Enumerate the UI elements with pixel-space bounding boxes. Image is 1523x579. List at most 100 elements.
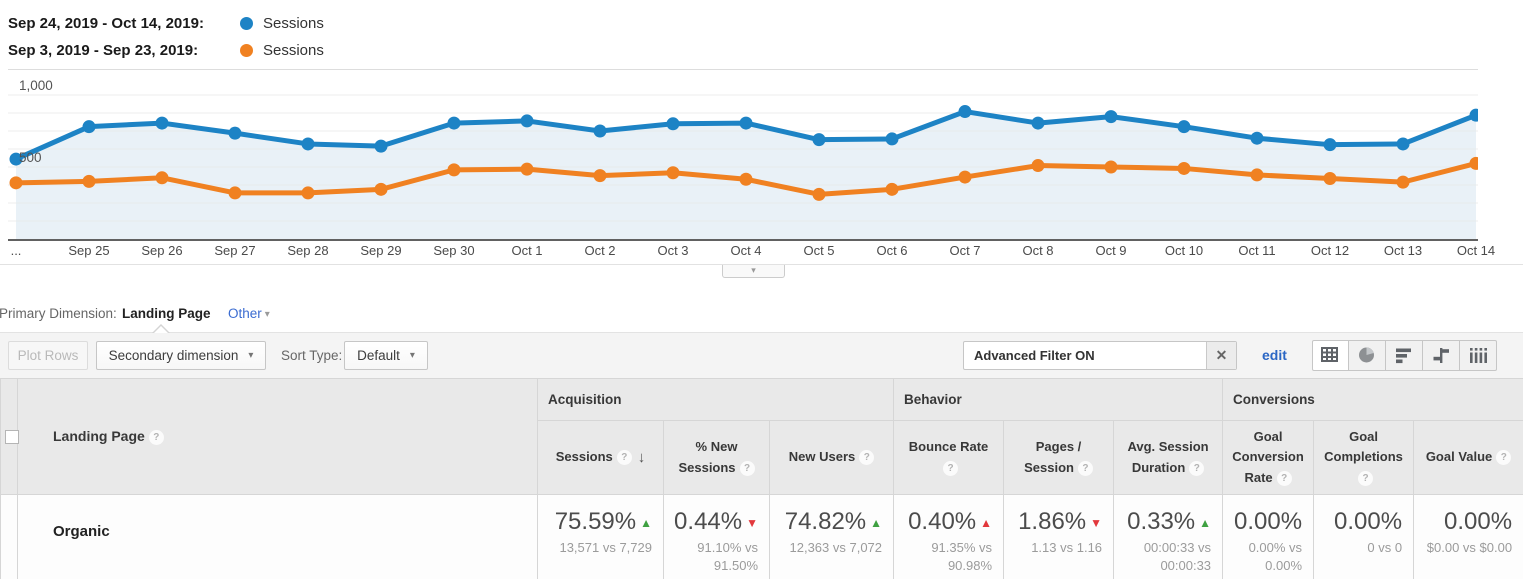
metric-group-header-behavior: Behavior — [893, 378, 1224, 421]
chart-legend: Sep 24, 2019 - Oct 14, 2019: Sessions Se… — [8, 10, 324, 64]
table-view-icon — [1321, 347, 1338, 362]
x-axis-label: Sep 29 — [360, 243, 402, 258]
comparison-view-icon — [1433, 348, 1449, 363]
help-icon[interactable]: ? — [739, 460, 755, 476]
x-axis-label: Oct 14 — [1456, 243, 1496, 258]
x-axis-label: Oct 1 — [511, 243, 543, 258]
landing-page-cell[interactable]: Organic — [17, 494, 538, 579]
x-axis-label: Oct 2 — [584, 243, 616, 258]
primary-dimension-row: Primary Dimension: Landing Page Other ▾ — [0, 304, 1523, 328]
sort-descending-icon[interactable]: ↓ — [638, 449, 646, 466]
help-icon[interactable]: ? — [1077, 460, 1093, 476]
x-axis-label: Oct 3 — [657, 243, 689, 258]
x-axis-label: ... — [10, 243, 22, 258]
help-icon[interactable]: ? — [148, 430, 164, 445]
column-header-pages-session[interactable]: Pages / Session? — [1003, 420, 1115, 495]
column-header-bounce-rate[interactable]: Bounce Rate? — [893, 420, 1005, 495]
help-icon[interactable]: ? — [1276, 470, 1292, 486]
metric-cell-goal-value: 0.00% $0.00 vs $0.00 — [1413, 494, 1523, 579]
legend-series-label: Sessions — [263, 15, 324, 32]
metric-cell-new-sessions: 0.44% ▼ 91.10% vs 91.50% — [663, 494, 770, 579]
analytics-report-page: Sep 24, 2019 - Oct 14, 2019: Sessions Se… — [0, 0, 1523, 579]
trend-up-icon: ▲ — [980, 516, 993, 530]
advanced-filter-status: Advanced Filter ON — [974, 348, 1095, 363]
table-view-button[interactable] — [1312, 340, 1349, 371]
help-icon[interactable]: ? — [1189, 460, 1205, 476]
performance-view-icon — [1395, 348, 1411, 364]
help-icon[interactable]: ? — [1496, 450, 1512, 466]
row-selector-gutter — [0, 378, 19, 495]
help-icon[interactable]: ? — [1358, 470, 1374, 486]
column-header-goal-value[interactable]: Goal Value? — [1413, 420, 1523, 495]
column-header-new-users[interactable]: New Users? — [768, 420, 895, 495]
select-all-checkbox[interactable] — [5, 430, 19, 444]
trend-down-icon: ▼ — [1090, 516, 1103, 530]
x-axis-label: Oct 11 — [1238, 243, 1276, 258]
remove-filter-button[interactable]: ✕ — [1206, 342, 1236, 369]
pivot-view-button[interactable] — [1460, 340, 1497, 371]
chevron-down-icon: ▾ — [409, 350, 415, 361]
edit-filter-link[interactable]: edit — [1262, 347, 1287, 363]
metric-cell-bounce-rate: 0.40% ▲ 91.35% vs 90.98% — [893, 494, 1005, 579]
report-toolbar: Plot Rows Secondary dimension ▾ Sort Type… — [0, 324, 1523, 378]
help-icon[interactable]: ? — [616, 449, 632, 465]
svg-text:1,000: 1,000 — [19, 78, 53, 93]
performance-view-button[interactable] — [1386, 340, 1423, 371]
advanced-filter-chip: Advanced Filter ON ✕ — [963, 341, 1237, 370]
comparison-values: 1.13 vs 1.16 — [1031, 540, 1103, 555]
row-selector-gutter — [0, 494, 18, 579]
column-header-avg-session-duration[interactable]: Avg. Session Duration? — [1113, 420, 1224, 495]
comparison-view-button[interactable] — [1423, 340, 1460, 371]
column-header-goal-completions[interactable]: Goal Completions? — [1313, 420, 1415, 495]
comparison-values: 91.35% vs 90.98% — [931, 540, 993, 573]
trend-up-icon: ▲ — [1199, 516, 1212, 530]
collapse-chart-handle[interactable]: ▾ — [722, 265, 785, 278]
sort-type-select[interactable]: Default ▾ — [344, 341, 428, 370]
x-axis-label: Sep 26 — [141, 243, 183, 258]
x-axis-label: Oct 6 — [876, 243, 908, 258]
column-header-landing-page[interactable]: Landing Page? — [17, 378, 538, 495]
sessions-timeseries-chart[interactable]: 500 1,000 — [8, 69, 1478, 241]
x-axis-label: Oct 4 — [730, 243, 762, 258]
plot-rows-button[interactable]: Plot Rows — [8, 341, 88, 370]
column-header-new-sessions[interactable]: % New Sessions? — [663, 420, 770, 495]
table-row: Organic 75.59% ▲ 13,571 vs 7,729 0.44% ▼ 91.10… — [0, 494, 1523, 579]
legend-series-label: Sessions — [263, 42, 324, 59]
x-axis-label: Oct 8 — [1022, 243, 1054, 258]
x-axis-label: Oct 9 — [1095, 243, 1127, 258]
trend-up-icon: ▲ — [640, 516, 652, 530]
primary-dimension-landing-page[interactable]: Landing Page — [122, 306, 211, 321]
x-axis-label: Oct 5 — [803, 243, 835, 258]
trend-down-icon: ▼ — [746, 516, 758, 530]
legend-date-range-current: Sep 24, 2019 - Oct 14, 2019: — [8, 15, 204, 32]
help-icon[interactable]: ? — [859, 450, 875, 466]
legend-row-previous: Sep 3, 2019 - Sep 23, 2019: Sessions — [8, 37, 324, 64]
comparison-values: 13,571 vs 7,729 — [559, 540, 652, 555]
x-axis-label: Sep 30 — [433, 243, 475, 258]
column-header-goal-conversion-rate[interactable]: Goal Conversion Rate? — [1222, 420, 1315, 495]
svg-text:500: 500 — [19, 150, 42, 165]
landing-page-data-table: Landing Page? Acquisition Behavior Conversi… — [0, 378, 1523, 579]
comparison-values: 0.00% vs 0.00% — [1248, 540, 1303, 573]
metric-cell-sessions: 75.59% ▲ 13,571 vs 7,729 — [537, 494, 664, 579]
x-axis-label: Sep 25 — [68, 243, 110, 258]
column-header-sessions[interactable]: Sessions? ↓ — [537, 420, 664, 495]
series-dot-blue-icon — [240, 17, 253, 30]
legend-date-range-previous: Sep 3, 2019 - Sep 23, 2019: — [8, 42, 199, 59]
primary-dimension-other[interactable]: Other ▾ — [228, 306, 270, 321]
x-axis-label: Oct 7 — [949, 243, 981, 258]
help-icon[interactable]: ? — [943, 460, 959, 476]
view-toggle-group — [1312, 340, 1497, 371]
secondary-dimension-button[interactable]: Secondary dimension ▾ — [96, 341, 266, 370]
legend-row-current: Sep 24, 2019 - Oct 14, 2019: Sessions — [8, 10, 324, 37]
comparison-values: $0.00 vs $0.00 — [1426, 540, 1513, 555]
sort-type-label: Sort Type: — [281, 348, 343, 363]
chevron-down-icon: ▾ — [248, 350, 254, 361]
x-axis-label: Oct 12 — [1310, 243, 1350, 258]
comparison-values: 12,363 vs 7,072 — [789, 540, 883, 555]
pivot-view-icon — [1469, 348, 1487, 363]
percentage-view-icon — [1358, 347, 1374, 363]
percentage-view-button[interactable] — [1349, 340, 1386, 371]
close-icon: ✕ — [1215, 347, 1228, 363]
chevron-down-icon: ▾ — [264, 309, 270, 320]
